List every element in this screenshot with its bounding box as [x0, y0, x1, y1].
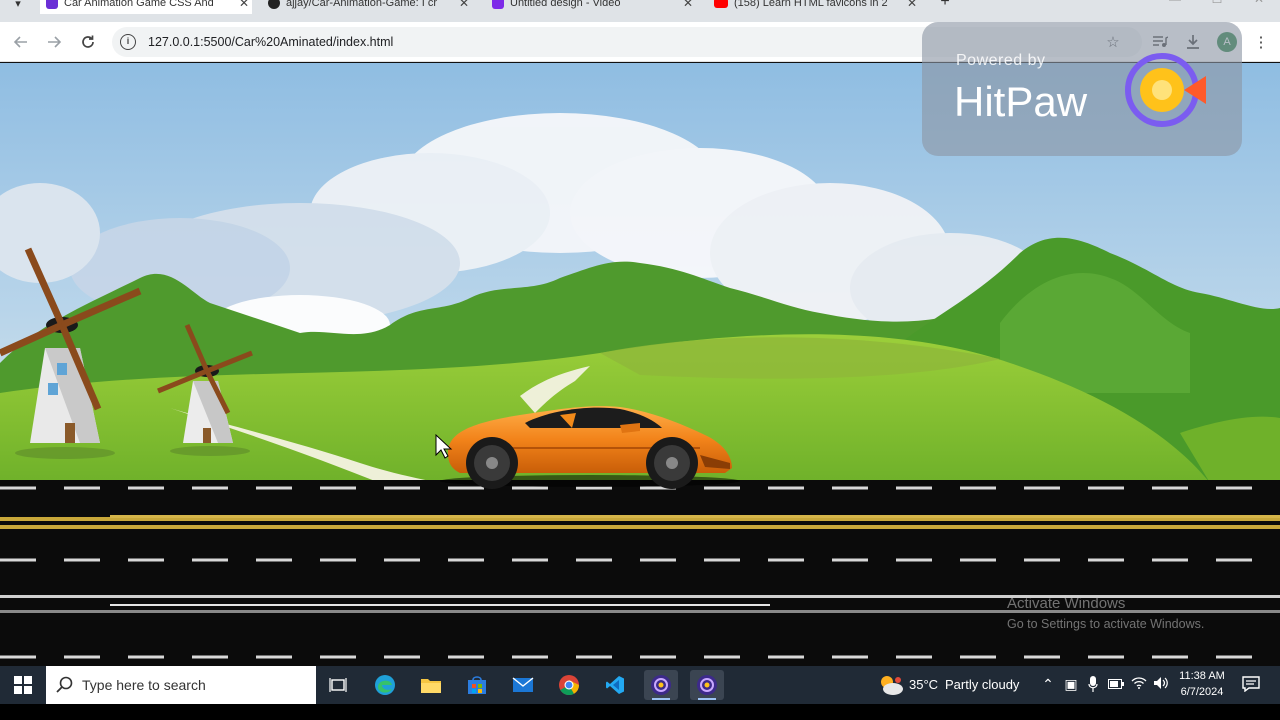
close-tab-icon[interactable]: ✕: [236, 0, 252, 10]
powered-by-text: Powered by: [956, 52, 1046, 69]
windows-logo-icon: [14, 676, 32, 694]
clock-date[interactable]: 6/7/2024: [1172, 686, 1232, 698]
notifications-icon[interactable]: [1242, 676, 1260, 692]
edge-icon: [375, 675, 395, 695]
forward-button[interactable]: [42, 30, 66, 54]
mic-shape: [1088, 676, 1098, 692]
back-button[interactable]: [9, 30, 33, 54]
new-tab-button[interactable]: +: [936, 0, 954, 12]
screen-bottom-edge: [0, 704, 1280, 720]
url-text: 127.0.0.1:5500/Car%20Aminated/index.html: [148, 35, 394, 49]
chrome-app[interactable]: [552, 670, 586, 700]
tab-canva[interactable]: Untitled design - Video ✕: [486, 0, 696, 14]
hitpaw-taskbar-icon: [651, 675, 671, 695]
canva-icon: [492, 0, 504, 9]
tab-car-animation[interactable]: Car Animation Game CSS And ✕: [40, 0, 252, 14]
close-tab-icon[interactable]: ✕: [904, 0, 920, 10]
tab-search-dropdown-icon[interactable]: ▾: [0, 0, 36, 14]
battery-shape: [1108, 679, 1124, 689]
back-arrow-icon: [13, 36, 27, 48]
wifi-icon[interactable]: [1129, 676, 1149, 692]
hitpaw-logo-icon: [1125, 53, 1206, 127]
tab-github[interactable]: ajjay/Car-Animation-Game: I cr ✕: [262, 0, 472, 14]
partly-cloudy-icon: [881, 676, 903, 695]
activate-windows-subtitle: Go to Settings to activate Windows.: [1007, 617, 1205, 631]
tab-favicon-icon: [46, 0, 58, 9]
tab-strip: ▾ Car Animation Game CSS And ✕ ajjay/Car…: [0, 0, 1280, 22]
weather-temperature[interactable]: 35°C: [909, 677, 938, 692]
file-explorer-app[interactable]: [414, 670, 448, 700]
vscode-icon: [606, 676, 624, 694]
github-icon: [268, 0, 280, 9]
wifi-shape: [1131, 677, 1147, 689]
youtube-icon: [714, 0, 728, 8]
chrome-icon: [559, 675, 580, 696]
windows-taskbar: Type here to search 35°C Partly cloudy ⌃…: [0, 666, 1280, 704]
tab-title: Untitled design - Video: [510, 0, 621, 9]
folder-icon: [421, 679, 441, 693]
task-view-button[interactable]: [321, 670, 355, 700]
taskbar-search-box[interactable]: Type here to search: [46, 666, 316, 704]
minimize-button[interactable]: —: [1160, 0, 1190, 12]
reload-button[interactable]: [76, 30, 100, 54]
hitpaw-watermark: Powered by HitPaw: [922, 22, 1242, 156]
weather-description[interactable]: Partly cloudy: [945, 677, 1019, 692]
tab-youtube[interactable]: (158) Learn HTML favicons in 2 ✕: [708, 0, 920, 14]
clock-time[interactable]: 11:38 AM: [1172, 670, 1232, 682]
volume-icon[interactable]: [1151, 676, 1171, 693]
edge-app[interactable]: [368, 670, 402, 700]
search-icon: [56, 676, 73, 693]
tab-title: ajjay/Car-Animation-Game: I cr: [286, 0, 437, 9]
mail-app[interactable]: [506, 670, 540, 700]
site-info-icon[interactable]: i: [120, 34, 136, 50]
reload-icon: [82, 35, 94, 48]
show-hidden-icons-chevron-icon[interactable]: ⌃: [1038, 676, 1058, 693]
tab-title: (158) Learn HTML favicons in 2: [734, 0, 888, 9]
vscode-app[interactable]: [598, 670, 632, 700]
close-tab-icon[interactable]: ✕: [456, 0, 472, 10]
microphone-icon[interactable]: [1083, 676, 1103, 695]
tab-title: Car Animation Game CSS And: [64, 0, 214, 9]
maximize-button[interactable]: ☐: [1202, 0, 1232, 12]
close-tab-icon[interactable]: ✕: [680, 0, 696, 10]
close-window-button[interactable]: ✕: [1244, 0, 1274, 12]
more-menu-icon[interactable]: ⋮: [1250, 31, 1272, 53]
forward-arrow-icon: [48, 36, 62, 48]
activate-windows-title: Activate Windows: [1007, 595, 1126, 612]
hitpaw-taskbar-icon: [697, 675, 717, 695]
hitpaw-app-1[interactable]: [644, 670, 678, 700]
store-app[interactable]: [460, 670, 494, 700]
hitpaw-app-2[interactable]: [690, 670, 724, 700]
hitpaw-brand-text: HitPaw: [954, 78, 1088, 125]
mail-icon: [512, 677, 534, 692]
task-view-icon: [329, 678, 347, 692]
speaker-shape: [1154, 677, 1168, 689]
search-placeholder: Type here to search: [82, 677, 206, 693]
meet-now-icon[interactable]: ▣: [1061, 676, 1081, 693]
road: [0, 480, 1280, 666]
battery-icon[interactable]: [1106, 676, 1126, 692]
store-icon: [468, 676, 486, 694]
start-button[interactable]: [8, 673, 38, 697]
